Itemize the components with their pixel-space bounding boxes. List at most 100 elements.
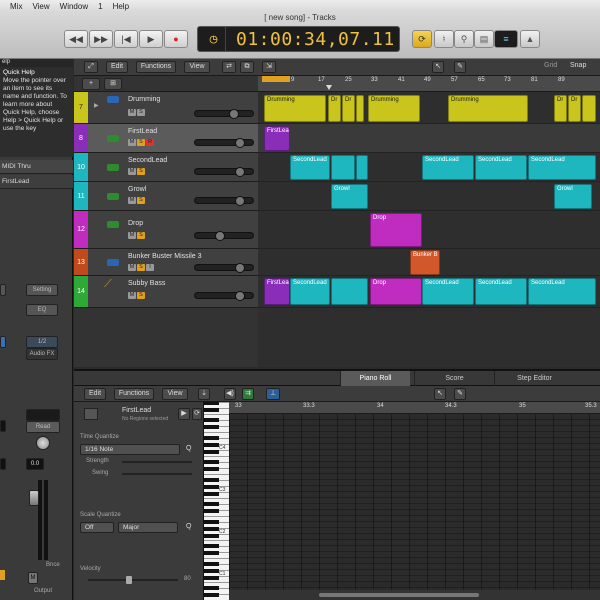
view-menu[interactable]: View	[184, 61, 210, 73]
filter-icon[interactable]: ⊥	[266, 388, 280, 400]
catch-icon[interactable]: ⇄	[222, 61, 236, 73]
volume-slider[interactable]	[194, 263, 254, 273]
menu-view[interactable]: View	[32, 2, 49, 11]
volume-fader[interactable]	[29, 490, 39, 506]
region[interactable]: Dr	[342, 95, 355, 122]
audio-fx-slot[interactable]: Audio FX	[26, 348, 58, 360]
volume-slider[interactable]	[194, 231, 254, 241]
region[interactable]: SecondLead	[475, 155, 527, 180]
solo-button[interactable]: S	[137, 292, 145, 299]
cycle-region[interactable]	[262, 76, 290, 82]
solo-button[interactable]: S	[137, 139, 145, 146]
volume-slider[interactable]	[194, 138, 254, 148]
loop-region-icon[interactable]: ⟳	[192, 408, 202, 420]
solo-button[interactable]: S	[137, 168, 145, 175]
count-in-icon[interactable]: ▤	[474, 30, 494, 48]
catch-playhead-icon[interactable]: ⇉	[242, 388, 254, 400]
track-name[interactable]: Growl	[128, 186, 146, 193]
track-name[interactable]: SecondLead	[128, 157, 167, 164]
region[interactable]	[356, 155, 368, 180]
fast-forward-button[interactable]: ▶▶	[89, 30, 113, 48]
track-row[interactable]: 8 FirstLead MSR	[74, 124, 258, 153]
region[interactable]: Drumming	[448, 95, 528, 122]
piano-roll-ruler[interactable]: 33 33.3 34 34.3 35 35.3	[229, 402, 600, 414]
scale-quantize-button[interactable]: Q	[186, 523, 191, 530]
editor-edit-menu[interactable]: Edit	[84, 388, 106, 400]
region[interactable]	[356, 95, 364, 122]
track-row[interactable]: 7 ▶ Drumming MS	[74, 92, 258, 124]
region[interactable]: Drop	[370, 278, 422, 305]
strength-slider[interactable]	[122, 461, 192, 463]
editor-view-menu[interactable]: View	[162, 388, 188, 400]
record-enable-button[interactable]: R	[146, 139, 154, 146]
track-name[interactable]: Drop	[128, 220, 143, 227]
left-strip-setting[interactable]	[0, 284, 6, 296]
edit-menu[interactable]: Edit	[106, 61, 128, 73]
region[interactable]: Dr	[568, 95, 581, 122]
pencil-icon[interactable]: ✎	[454, 61, 466, 73]
midi-thru-row[interactable]: MIDI Thru	[0, 160, 73, 174]
editor-pencil-icon[interactable]: ✎	[454, 388, 466, 400]
solo-button[interactable]: S	[137, 232, 145, 239]
region[interactable]	[331, 155, 355, 180]
mute-button[interactable]: M	[128, 109, 136, 116]
region-name-row[interactable]: FirstLead	[0, 175, 73, 189]
functions-menu[interactable]: Functions	[136, 61, 176, 73]
region[interactable]: Drop	[370, 213, 422, 247]
piano-roll-scrollbar-thumb[interactable]	[319, 593, 479, 597]
region[interactable]: SecondLead	[475, 278, 527, 305]
automation-slot[interactable]	[26, 409, 60, 421]
arrange-ruler[interactable]: 9 17 25 33 41 49 57 65 73 81 89	[258, 76, 600, 92]
go-to-start-button[interactable]: |◀	[114, 30, 138, 48]
region[interactable]: Bunker B	[410, 250, 440, 275]
cycle-button[interactable]: ⟳	[412, 30, 432, 48]
snap-label[interactable]: Snap	[570, 62, 586, 69]
tuner-icon[interactable]: ♮	[434, 30, 454, 48]
disclosure-icon[interactable]: ▶	[94, 102, 100, 109]
track-row[interactable]: 13 Bunker Buster Missile 3 MSI	[74, 249, 258, 276]
eq-button[interactable]: EQ	[26, 304, 58, 316]
show-inspector-icon[interactable]: ⤢	[84, 61, 98, 73]
mute-button[interactable]: M	[28, 572, 38, 584]
play-region-icon[interactable]: ▶	[178, 408, 190, 420]
mute-button[interactable]: M	[128, 232, 136, 239]
lcd-display[interactable]: ◷ 01:00:34,07.11	[197, 26, 400, 52]
track-name[interactable]: Subby Bass	[128, 280, 165, 287]
left-strip-input[interactable]	[0, 336, 6, 348]
velocity-slider-thumb[interactable]	[126, 576, 132, 584]
track-name[interactable]: Bunker Buster Missile 3	[128, 253, 202, 260]
cpu-meter[interactable]: ≡	[494, 30, 518, 48]
scale-off-select[interactable]: Off	[80, 522, 114, 533]
region[interactable]: SecondLead	[528, 155, 596, 180]
tab-piano-roll[interactable]: Piano Roll	[340, 371, 410, 386]
pan-knob[interactable]	[36, 436, 50, 450]
input-button[interactable]: 1/2	[26, 336, 58, 348]
editor-functions-menu[interactable]: Functions	[114, 388, 154, 400]
read-button[interactable]: Read	[26, 421, 60, 433]
region[interactable]: FirstLead	[264, 278, 290, 305]
mute-button[interactable]: M	[128, 264, 136, 271]
region[interactable]: SecondLead	[290, 278, 330, 305]
region[interactable]: Drumming	[264, 95, 326, 122]
region[interactable]	[331, 278, 368, 305]
record-button[interactable]: ●	[164, 30, 188, 48]
menu-mix[interactable]: Mix	[10, 2, 22, 11]
black-keys[interactable]	[204, 402, 219, 600]
volume-slider[interactable]	[194, 167, 254, 177]
tab-score[interactable]: Score	[414, 371, 494, 386]
link-icon[interactable]: ⧉	[240, 61, 254, 73]
region[interactable]: Drumming	[368, 95, 420, 122]
playhead-icon[interactable]	[326, 85, 332, 90]
metronome-icon[interactable]: ▲	[520, 30, 540, 48]
region[interactable]: SecondLead	[422, 155, 474, 180]
menu-help[interactable]: Help	[113, 2, 129, 11]
piano-roll-scrollbar-track[interactable]	[229, 590, 600, 600]
piano-roll-grid[interactable]	[229, 414, 600, 600]
quantize-select[interactable]: 1/16 Note	[80, 444, 180, 455]
tab-step-editor[interactable]: Step Editor	[494, 371, 574, 386]
mute-button[interactable]: M	[128, 197, 136, 204]
pointer-icon[interactable]: ↖	[432, 61, 444, 73]
solo-button[interactable]: S	[137, 264, 145, 271]
play-button[interactable]: ▶	[139, 30, 163, 48]
scale-major-select[interactable]: Major	[118, 522, 178, 533]
